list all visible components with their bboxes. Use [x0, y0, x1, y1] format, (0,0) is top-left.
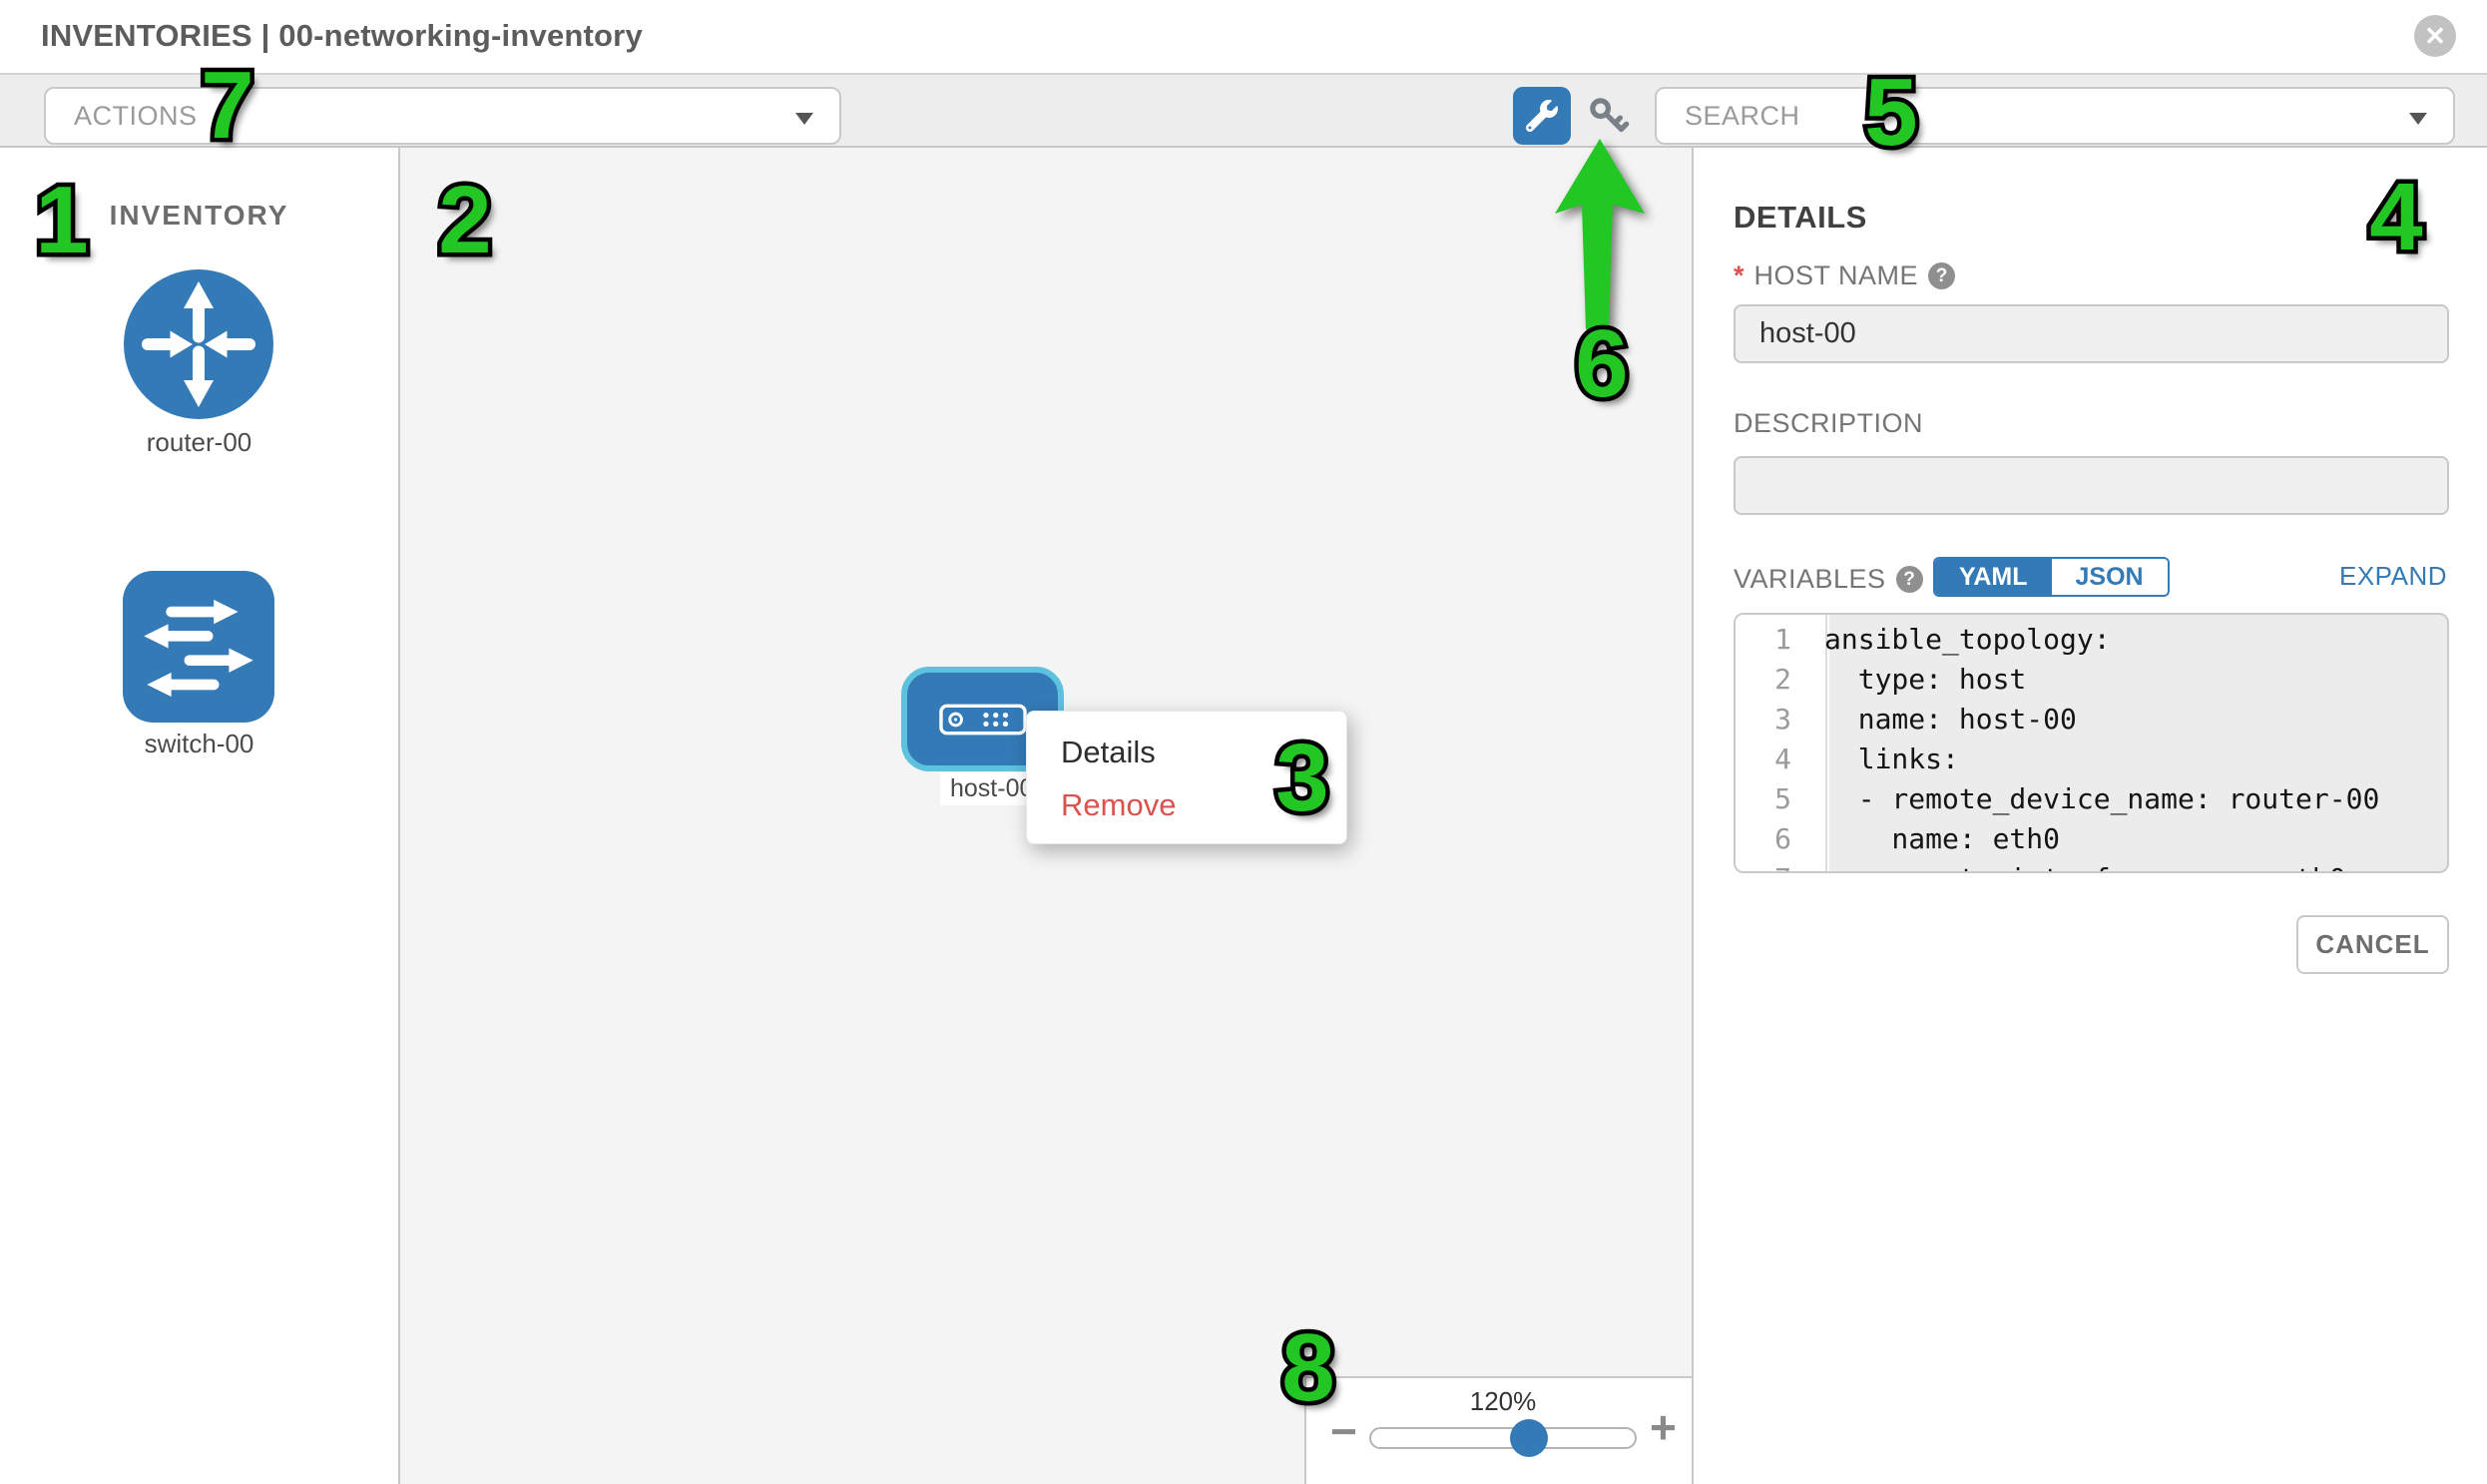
annotation-number-6: 6 [1575, 316, 1628, 412]
help-icon[interactable]: ? [1896, 566, 1923, 593]
details-panel: DETAILS * HOST NAME ? host-00 DESCRIPTIO… [1692, 148, 2487, 1484]
zoom-slider-thumb[interactable] [1510, 1419, 1548, 1457]
code-line: 7 remote_interface_name: eth0 [1736, 859, 2447, 873]
variables-format-toggle: YAML JSON [1933, 557, 2170, 597]
annotation-number-5: 5 [1864, 65, 1917, 161]
zoom-control-panel: 120% − + [1304, 1376, 1692, 1484]
switch-device-label: switch-00 [0, 729, 398, 759]
chevron-down-icon [2409, 113, 2427, 125]
variables-label-row: VARIABLES ? [1734, 564, 1923, 595]
description-input[interactable] [1734, 456, 2449, 515]
actions-dropdown[interactable]: ACTIONS [44, 87, 841, 145]
yaml-toggle-button[interactable]: YAML [1935, 559, 2052, 595]
json-toggle-button[interactable]: JSON [2052, 559, 2168, 595]
page-title: INVENTORIES | 00-networking-inventory [41, 18, 643, 54]
router-device-label: router-00 [0, 427, 398, 458]
code-line: 1ansible_topology: [1736, 620, 2447, 660]
search-dropdown-label: SEARCH [1685, 101, 1800, 132]
inventory-sidebar: INVENTORY router-00 [0, 148, 400, 1484]
code-line: 6 name: eth0 [1736, 819, 2447, 859]
topology-canvas[interactable]: host-00 Details Remove 120% − + [400, 148, 1692, 1484]
host-name-label: HOST NAME [1754, 260, 1919, 291]
zoom-in-button[interactable]: + [1650, 1400, 1677, 1454]
zoom-slider-track[interactable] [1369, 1427, 1637, 1449]
variables-code-editor[interactable]: 1ansible_topology: 2 type: host 3 name: … [1734, 613, 2449, 873]
description-label-row: DESCRIPTION [1734, 408, 1923, 439]
toolbar: ACTIONS SEARCH [0, 73, 2487, 148]
cancel-button[interactable]: CANCEL [2296, 915, 2449, 974]
expand-link[interactable]: EXPAND [2339, 561, 2447, 592]
code-line: 2 type: host [1736, 660, 2447, 700]
host-icon [939, 704, 1027, 736]
description-label: DESCRIPTION [1734, 408, 1923, 439]
code-line: 3 name: host-00 [1736, 700, 2447, 740]
switch-device-icon[interactable] [123, 571, 274, 723]
zoom-level-value: 120% [1369, 1386, 1637, 1417]
annotation-number-7: 7 [201, 58, 253, 154]
annotation-number-4: 4 [2369, 170, 2422, 265]
annotation-number-2: 2 [438, 173, 491, 268]
annotation-number-3: 3 [1275, 731, 1328, 826]
close-icon[interactable]: ✕ [2414, 15, 2456, 57]
router-device-icon[interactable] [124, 269, 273, 419]
header: INVENTORIES | 00-networking-inventory ✕ [0, 0, 2487, 73]
host-name-label-row: * HOST NAME ? [1734, 260, 1955, 291]
required-asterisk: * [1734, 260, 1744, 291]
code-line: 4 links: [1736, 740, 2447, 779]
annotation-number-1: 1 [35, 173, 88, 268]
variables-label: VARIABLES [1734, 564, 1886, 595]
help-icon[interactable]: ? [1928, 262, 1955, 289]
chevron-down-icon [795, 113, 813, 125]
search-dropdown[interactable]: SEARCH [1655, 87, 2455, 145]
annotation-number-8: 8 [1281, 1320, 1334, 1416]
editor-content: 1ansible_topology: 2 type: host 3 name: … [1736, 615, 2447, 873]
host-name-input[interactable]: host-00 [1734, 304, 2449, 363]
actions-dropdown-label: ACTIONS [74, 101, 198, 132]
code-line: 5 - remote_device_name: router-00 [1736, 779, 2447, 819]
details-panel-title: DETAILS [1734, 200, 1867, 236]
